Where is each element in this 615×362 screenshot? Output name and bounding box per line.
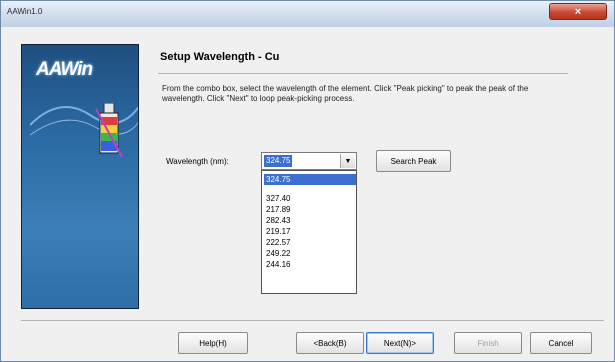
footer-divider xyxy=(21,320,604,321)
instructions-text: From the combo box, select the wavelengt… xyxy=(162,84,529,103)
finish-button: Finish xyxy=(454,332,522,354)
wavelength-selected-value: 324.75 xyxy=(264,155,293,167)
wavelength-combobox[interactable]: 324.75 ▼ xyxy=(261,152,357,170)
wavelength-option[interactable]: 222.57 xyxy=(264,237,292,248)
close-icon: × xyxy=(574,5,582,18)
side-banner: AAWin xyxy=(21,44,139,309)
page-title: Setup Wavelength - Cu xyxy=(160,51,280,63)
window-title: AAWin1.0 xyxy=(7,7,43,16)
app-logo: AAWin xyxy=(36,59,93,80)
flask-icon xyxy=(95,103,123,158)
wavelength-dropdown-list[interactable]: 324.75 327.40 217.89 282.43 219.17 222.5… xyxy=(261,170,357,294)
wavelength-option[interactable]: 324.75 xyxy=(264,174,356,185)
wavelength-option[interactable]: 219.17 xyxy=(264,226,292,237)
back-button[interactable]: <Back(B) xyxy=(296,332,364,354)
wavelength-option[interactable]: 282.43 xyxy=(264,215,292,226)
next-button[interactable]: Next(N)> xyxy=(366,332,434,354)
chevron-down-icon: ▼ xyxy=(344,157,352,165)
heading-divider xyxy=(158,73,568,74)
help-button[interactable]: Help(H) xyxy=(178,332,248,354)
wavelength-option[interactable]: 217.89 xyxy=(264,204,292,215)
cancel-button[interactable]: Cancel xyxy=(530,332,592,354)
window-close-button[interactable]: × xyxy=(549,3,607,20)
wavelength-label: Wavelength (nm): xyxy=(166,157,229,166)
title-bar[interactable]: AAWin1.0 × xyxy=(1,1,614,27)
wavelength-option[interactable]: 244.16 xyxy=(264,259,292,270)
wavelength-option[interactable]: 327.40 xyxy=(264,193,292,204)
search-peak-button[interactable]: Search Peak xyxy=(376,150,451,172)
wavelength-option[interactable]: 249.22 xyxy=(264,248,292,259)
dropdown-arrow-button[interactable]: ▼ xyxy=(340,154,355,168)
